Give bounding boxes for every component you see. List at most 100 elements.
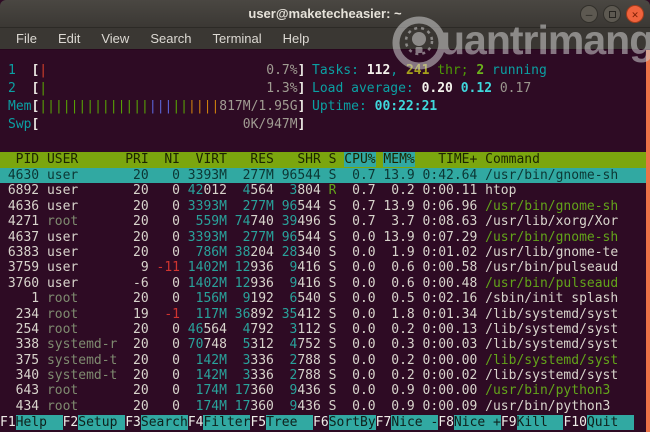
- meter-label: 1: [8, 63, 16, 78]
- minimize-button[interactable]: —: [580, 5, 598, 23]
- process-row[interactable]: 338 systemd-r 20 0 70748 5312 4752 S 0.0 0.3 0:00.…: [0, 337, 650, 352]
- column-header-user[interactable]: USER: [39, 152, 117, 168]
- column-header-pid[interactable]: PID: [0, 152, 39, 168]
- process-row[interactable]: 4630 user 20 0 3393M 277M 96544 S 0.7 13.9 0:42.64…: [0, 168, 650, 184]
- menu-view[interactable]: View: [93, 31, 137, 46]
- fkey-label: Tree: [266, 415, 314, 430]
- menu-search[interactable]: Search: [142, 31, 199, 46]
- menu-bar: File Edit View Search Terminal Help: [0, 28, 650, 50]
- close-button[interactable]: ✕: [626, 5, 644, 23]
- fkey-f3[interactable]: F3 Search: [125, 415, 188, 430]
- fkey-number: F5: [250, 415, 267, 430]
- meter-bar: | 0.7%: [39, 63, 298, 78]
- fkey-label: Nice -: [391, 415, 439, 430]
- fkey-number: F9: [500, 415, 517, 430]
- terminal-scrollbar[interactable]: [646, 50, 650, 432]
- column-header-ni[interactable]: NI: [149, 152, 180, 168]
- menu-file[interactable]: File: [8, 31, 45, 46]
- htop-header-area: 1[| 0.7%] 2[| 1.3%] Mem[||||||||||||||||||||…: [0, 50, 650, 138]
- fkey-f10[interactable]: F10 Quit: [563, 415, 634, 430]
- column-header-s[interactable]: S: [321, 152, 337, 168]
- column-header-shr[interactable]: SHR: [274, 152, 320, 168]
- meter-label: 2: [8, 81, 16, 96]
- terminal-window: user@maketecheasier: ~ — ✕ File Edit Vie…: [0, 0, 650, 432]
- column-header-command[interactable]: Command: [477, 152, 650, 168]
- function-key-bar: F1 Help F2 Setup F3 Search F4 Filter F5 Tree F6…: [0, 415, 650, 430]
- process-row[interactable]: 4637 user 20 0 3393M 277M 96544 S 0.0 13.9 0:07.29…: [0, 230, 650, 245]
- process-table-rows: 4630 user 20 0 3393M 277M 96544 S 0.7 13.9 0:42.64…: [0, 168, 650, 414]
- tasks-line: Tasks: 112, 241 thr; 2 running: [312, 63, 547, 78]
- cpu-memory-meters: 1[| 0.7%] 2[| 1.3%] Mem[||||||||||||||||||||…: [0, 62, 312, 138]
- close-icon: ✕: [631, 7, 639, 21]
- maximize-button[interactable]: [603, 5, 621, 23]
- process-row[interactable]: 4636 user 20 0 3393M 277M 96544 S 0.7 13.9 0:06.96…: [0, 199, 650, 214]
- column-header-time[interactable]: TIME+: [415, 152, 477, 168]
- process-row[interactable]: 375 systemd-t 20 0 142M 3336 2788 S 0.0 0.2 0:00.0…: [0, 353, 650, 368]
- menu-help[interactable]: Help: [275, 31, 318, 46]
- process-row[interactable]: 340 systemd-t 20 0 142M 3336 2788 S 0.0 0.2 0:00.0…: [0, 368, 650, 383]
- fkey-label: Quit: [586, 415, 634, 430]
- terminal-content[interactable]: 1[| 0.7%] 2[| 1.3%] Mem[||||||||||||||||||||…: [0, 50, 650, 432]
- title-bar[interactable]: user@maketecheasier: ~ — ✕: [0, 0, 650, 28]
- tasks-summary: Tasks: 112, 241 thr; 2 running Load avera…: [312, 62, 650, 138]
- meter-label: Mem: [8, 99, 32, 114]
- sort-indicator: CPU%: [344, 152, 376, 167]
- process-row[interactable]: 3760 user -6 0 1402M 12936 9416 S 0.0 0.6 0:00.48/…: [0, 276, 650, 291]
- fkey-number: F7: [375, 415, 392, 430]
- process-row[interactable]: 234 root 19 -1 117M 36892 35412 S 0.0 1.8 0:01.34/…: [0, 307, 650, 322]
- fkey-label: Kill: [516, 415, 564, 430]
- meter-label: Swp: [8, 117, 32, 132]
- fkey-label: SortBy: [328, 415, 376, 430]
- fkey-f4[interactable]: F4 Filter: [187, 415, 251, 430]
- fkey-label: Help: [15, 415, 63, 430]
- meter-value: 0.7%: [266, 63, 298, 78]
- column-header-cpu[interactable]: CPU%: [336, 152, 376, 168]
- fkey-number: F6: [313, 415, 329, 430]
- fkey-f5[interactable]: F5 Tree: [250, 415, 314, 430]
- fkey-f1[interactable]: F1 Help: [0, 415, 63, 430]
- fkey-number: F4: [187, 415, 204, 430]
- fkey-f7[interactable]: F7 Nice -: [375, 415, 439, 430]
- process-row[interactable]: 643 root 20 0 174M 17360 9436 S 0.0 0.9 0:00.00/us…: [0, 383, 650, 398]
- fkey-number: F1: [0, 415, 16, 430]
- process-row[interactable]: 254 root 20 0 46564 4792 3112 S 0.0 0.2 0:00.13/li…: [0, 322, 650, 337]
- process-row[interactable]: 3759 user 9 -11 1402M 12936 9416 S 0.0 0.6 0:00.58…: [0, 260, 650, 275]
- fkey-f9[interactable]: F9 Kill: [501, 415, 564, 430]
- meter-bar: ||||||||||||||||||||||| 817M/1.95G: [39, 99, 298, 114]
- column-header-res[interactable]: RES: [227, 152, 273, 168]
- cpu1-meter: 1[| 0.7%]: [8, 63, 306, 78]
- meter-value: 0K/947M: [242, 117, 298, 132]
- process-row[interactable]: 1 root 20 0 156M 9192 6540 S 0.0 0.5 0:02.16/sbin/…: [0, 291, 650, 306]
- column-header-mem[interactable]: MEM%: [376, 152, 415, 168]
- sort-indicator: MEM%: [383, 152, 415, 167]
- column-header-virt[interactable]: VIRT: [180, 152, 227, 168]
- meter-bar: | 1.3%: [39, 81, 298, 96]
- cpu2-meter: 2[| 1.3%]: [8, 81, 306, 96]
- fkey-f8[interactable]: F8 Nice +: [438, 415, 501, 430]
- process-row[interactable]: 6383 user 20 0 786M 38204 28340 S 0.0 1.9 0:01.02/…: [0, 245, 650, 260]
- fkey-f2[interactable]: F2 Setup: [63, 415, 126, 430]
- window-controls: — ✕: [580, 5, 644, 23]
- fkey-number: F3: [125, 415, 141, 430]
- swp-meter: Swp[0K/947M]: [8, 116, 306, 134]
- fkey-label: Filter: [203, 415, 251, 430]
- menu-terminal[interactable]: Terminal: [205, 31, 270, 46]
- process-row[interactable]: 6892 user 20 0 42012 4564 3804 R 0.7 0.2 0:00.11 ht…: [0, 183, 650, 198]
- uptime-line: Uptime: 00:22:21: [312, 99, 438, 114]
- fkey-label: Search: [140, 415, 188, 430]
- process-table-header[interactable]: PID USER PRI NI VIRT RES SHR S CPU% MEM% TIME+ Comm…: [0, 152, 650, 168]
- meter-value: 1.3%: [266, 81, 298, 96]
- process-row[interactable]: 4271 root 20 0 559M 74740 39496 S 0.7 3.7 0:08.63/…: [0, 214, 650, 229]
- fkey-f6[interactable]: F6 SortBy: [313, 415, 376, 430]
- load-average-line: Load average: 0.20 0.12 0.17: [312, 81, 532, 96]
- column-header-pri[interactable]: PRI: [117, 152, 148, 168]
- fkey-label: Setup: [78, 415, 126, 430]
- menu-edit[interactable]: Edit: [50, 31, 88, 46]
- fkey-number: F2: [62, 415, 79, 430]
- meter-bar: 0K/947M: [39, 116, 298, 134]
- maximize-icon: [608, 10, 616, 18]
- fkey-number: F8: [438, 415, 454, 430]
- minimize-icon: —: [585, 7, 593, 21]
- process-row[interactable]: 434 root 20 0 174M 17360 9436 S 0.0 0.9 0:00.09/us…: [0, 399, 650, 414]
- fkey-label: Nice +: [453, 415, 501, 430]
